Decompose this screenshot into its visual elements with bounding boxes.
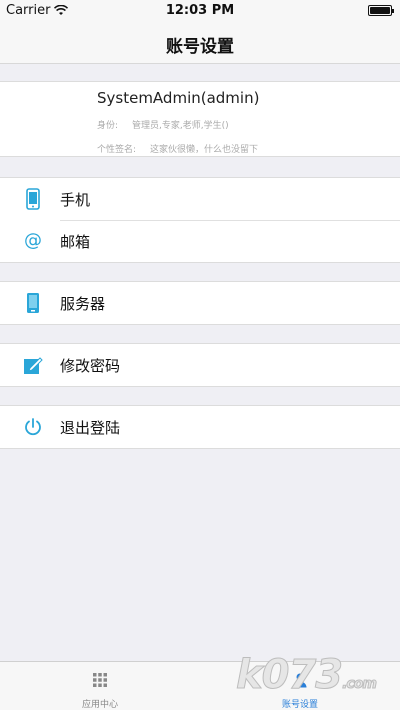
logout-label: 退出登陆 — [60, 419, 121, 437]
battery-icon — [368, 5, 394, 16]
menu-item-email[interactable]: @ 邮箱 — [0, 220, 400, 262]
tab-account-settings-label: 账号设置 — [281, 700, 318, 710]
role-label: 身份: — [97, 121, 119, 131]
menu-item-logout[interactable]: 退出登陆 — [0, 406, 400, 448]
phone-icon — [22, 187, 44, 211]
tab-app-center[interactable]: 应用中心 — [0, 662, 200, 710]
profile-name: SystemAdmin(admin) — [97, 89, 260, 107]
profile-card[interactable]: SystemAdmin(admin) 身份: 管理员,专家,老师,学生() 个性签… — [0, 81, 400, 157]
nav-bar: 账号设置 — [0, 22, 400, 64]
page-title: 账号设置 — [166, 37, 234, 57]
status-bar: Carrier 12:03 PM — [0, 0, 400, 22]
password-group: 修改密码 — [0, 343, 400, 387]
profile-role: 身份: 管理员,专家,老师,学生() — [97, 118, 229, 131]
server-label: 服务器 — [60, 295, 106, 313]
watermark-logo: k073.com — [235, 652, 377, 699]
menu-item-phone[interactable]: 手机 — [0, 178, 400, 220]
contact-group: 手机 @ 邮箱 — [0, 177, 400, 263]
phone-label: 手机 — [60, 191, 91, 209]
menu-item-change-password[interactable]: 修改密码 — [0, 344, 400, 386]
server-icon — [22, 291, 44, 315]
power-icon — [22, 415, 44, 439]
status-time: 12:03 PM — [165, 3, 235, 18]
change-password-label: 修改密码 — [60, 357, 121, 375]
signature-label: 个性签名: — [97, 145, 137, 155]
role-value: 管理员,专家,老师,学生() — [132, 121, 229, 131]
signature-value: 这家伙很懒，什么也没留下 — [150, 145, 259, 155]
at-icon: @ — [24, 230, 42, 251]
grid-icon — [93, 673, 107, 687]
tab-app-center-label: 应用中心 — [81, 700, 118, 710]
email-label: 邮箱 — [60, 233, 91, 251]
menu-item-server[interactable]: 服务器 — [0, 282, 400, 324]
logout-group: 退出登陆 — [0, 405, 400, 449]
profile-signature: 个性签名: 这家伙很懒，什么也没留下 — [97, 142, 258, 155]
server-group: 服务器 — [0, 281, 400, 325]
edit-icon — [22, 353, 44, 377]
